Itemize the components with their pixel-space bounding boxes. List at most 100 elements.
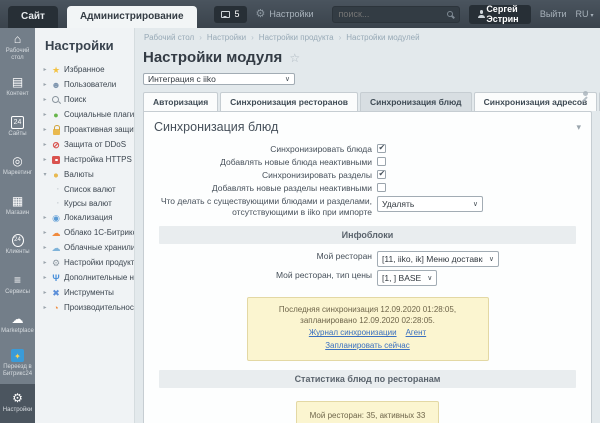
sidebar-item[interactable]: Локализация bbox=[35, 210, 134, 225]
rail-item[interactable]: Сайты bbox=[0, 107, 35, 147]
star-icon bbox=[51, 65, 61, 75]
expand-arrow-icon bbox=[42, 81, 48, 88]
collapse-section-icon[interactable]: ▾ bbox=[576, 122, 581, 133]
pin-tabs-icon[interactable] bbox=[580, 89, 590, 107]
stats-heading: Статистика блюд по ресторанам bbox=[159, 370, 576, 388]
sidebar-item[interactable]: Пользователи bbox=[35, 77, 134, 92]
sidebar-item[interactable]: Социальные плагины bbox=[35, 107, 134, 122]
calendar-24-icon bbox=[11, 116, 24, 129]
sidebar-item[interactable]: Курсы валют bbox=[35, 196, 134, 210]
protection-icon bbox=[51, 125, 61, 135]
breadcrumb-link[interactable]: Настройки продукта bbox=[246, 33, 333, 42]
user-icon bbox=[478, 10, 482, 18]
sidebar-item[interactable]: Дополнительные настройки bbox=[35, 270, 134, 285]
infoblocks-heading: Инфоблоки bbox=[159, 226, 576, 244]
expand-arrow-icon bbox=[42, 96, 48, 103]
search-box[interactable] bbox=[332, 6, 460, 23]
sidebar-item[interactable]: Валюты bbox=[35, 167, 134, 182]
breadcrumb-link[interactable]: Настройки модулей bbox=[334, 33, 420, 42]
sidebar-item[interactable]: Настройки продукта bbox=[35, 255, 134, 270]
checkbox[interactable] bbox=[377, 157, 386, 166]
expand-arrow-icon bbox=[42, 244, 48, 251]
cloud-1c-icon bbox=[51, 228, 61, 238]
product-settings-icon bbox=[51, 258, 61, 268]
sidebar-item[interactable]: Избранное bbox=[35, 62, 134, 77]
language-selector[interactable]: RU▾ bbox=[575, 9, 593, 19]
page-title: Настройки модуля bbox=[143, 49, 282, 66]
services-layers-icon bbox=[14, 274, 21, 287]
delete-policy-select[interactable]: Удалять bbox=[377, 196, 483, 212]
form-tab[interactable]: Синхронизация ресторанов bbox=[220, 92, 358, 111]
rail-item[interactable]: Переезд в Битрикс24 bbox=[0, 344, 35, 384]
module-select[interactable]: Интеграция с iiko bbox=[143, 73, 295, 85]
checkbox[interactable] bbox=[377, 170, 386, 179]
document-icon bbox=[12, 76, 23, 89]
top-bar: Сайт Администрирование 5 ⚙ Настройки Сер… bbox=[0, 0, 600, 28]
home-icon bbox=[14, 33, 21, 46]
sidebar-item[interactable]: Список валют bbox=[35, 182, 134, 196]
clients-icon bbox=[12, 234, 24, 247]
form-tab[interactable]: Авторизация bbox=[143, 92, 218, 111]
form-row: Добавлять новые блюда неактивными bbox=[144, 157, 591, 168]
sidebar-item[interactable]: Защита от DDoS bbox=[35, 137, 134, 152]
sidebar-item[interactable]: Облачные хранилища bbox=[35, 240, 134, 255]
breadcrumb-link[interactable]: Настройки bbox=[194, 33, 246, 42]
sidebar-item[interactable]: Облако 1С-Битрикс bbox=[35, 225, 134, 240]
logout-link[interactable]: Выйти bbox=[540, 9, 567, 19]
topbar-settings-button[interactable]: ⚙ Настройки bbox=[256, 9, 314, 20]
rail-item[interactable]: Клиенты bbox=[0, 226, 35, 266]
main-content: Рабочий столНастройкиНастройки продуктаН… bbox=[135, 28, 600, 423]
rail-item[interactable]: Рабочий стол bbox=[0, 28, 35, 68]
currency-icon bbox=[51, 170, 61, 180]
expand-arrow-icon bbox=[55, 200, 61, 206]
search-input[interactable] bbox=[339, 9, 443, 19]
form-tab[interactable]: Синхронизация адресов bbox=[474, 92, 598, 111]
checkbox[interactable] bbox=[377, 144, 386, 153]
chevron-down-icon bbox=[427, 274, 432, 282]
tab-administration[interactable]: Администрирование bbox=[67, 6, 197, 28]
favorite-star-icon[interactable]: ☆ bbox=[289, 51, 300, 65]
price-type-select[interactable]: [1, ] BASE bbox=[377, 270, 437, 286]
rail-item[interactable]: Сервисы bbox=[0, 265, 35, 305]
user-menu-button[interactable]: Сергей Эстрин bbox=[469, 5, 531, 24]
rail-item[interactable]: Настройки bbox=[0, 384, 35, 423]
expand-arrow-icon bbox=[42, 229, 48, 236]
expand-arrow-icon bbox=[42, 156, 48, 163]
form-tab[interactable]: Синхронизация блюд bbox=[360, 92, 472, 111]
breadcrumb-link[interactable]: Рабочий стол bbox=[144, 33, 194, 42]
notifications-button[interactable]: 5 bbox=[214, 6, 247, 23]
expand-arrow-icon bbox=[42, 126, 48, 133]
expand-arrow-icon bbox=[42, 259, 48, 266]
bitrix24-move-icon bbox=[11, 349, 24, 362]
gear-icon: ⚙ bbox=[256, 9, 266, 20]
schedule-now-link[interactable]: Запланировать сейчас bbox=[325, 341, 410, 352]
module-settings-form: Синхронизация блюд ▾ Синхронизировать бл… bbox=[143, 111, 592, 423]
rail-item[interactable]: Магазин bbox=[0, 186, 35, 226]
form-row: Синхронизировать блюда bbox=[144, 144, 591, 155]
agent-link[interactable]: Агент bbox=[406, 328, 427, 339]
restaurant-iblock-select[interactable]: [11, iiko, ik] Меню доставки bbox=[377, 251, 499, 267]
tab-site[interactable]: Сайт bbox=[8, 6, 58, 28]
sidebar-title: Настройки bbox=[35, 36, 134, 62]
sidebar-item[interactable]: Поиск bbox=[35, 92, 134, 107]
sidebar-item[interactable]: Инструменты bbox=[35, 285, 134, 300]
form-row-price-type: Мой ресторан, тип цены [1, ] BASE bbox=[144, 270, 591, 286]
sidebar-item[interactable]: Настройка HTTPS bbox=[35, 152, 134, 167]
rail-item[interactable]: Marketplace bbox=[0, 305, 35, 345]
users-icon bbox=[51, 80, 61, 90]
rail-item[interactable]: Маркетинг bbox=[0, 147, 35, 187]
section-title: Синхронизация блюд bbox=[154, 120, 278, 134]
left-rail: Рабочий стол Контент Сайты Маркетинг Маг… bbox=[0, 28, 35, 423]
sync-journal-link[interactable]: Журнал синхронизации bbox=[309, 328, 397, 339]
localization-icon bbox=[51, 213, 61, 223]
chevron-down-icon: ▾ bbox=[590, 13, 593, 19]
sidebar-item[interactable]: Производительность bbox=[35, 300, 134, 315]
expand-arrow-icon bbox=[42, 66, 48, 73]
settings-sidebar: Настройки Избранное Пользователи bbox=[35, 28, 135, 423]
rail-item[interactable]: Контент bbox=[0, 68, 35, 108]
chat-bubble-icon bbox=[221, 11, 230, 18]
cloud-storage-icon bbox=[51, 243, 61, 253]
checkbox[interactable] bbox=[377, 183, 386, 192]
sidebar-item[interactable]: Проактивная защита bbox=[35, 122, 134, 137]
settings-gear-icon bbox=[12, 392, 23, 405]
